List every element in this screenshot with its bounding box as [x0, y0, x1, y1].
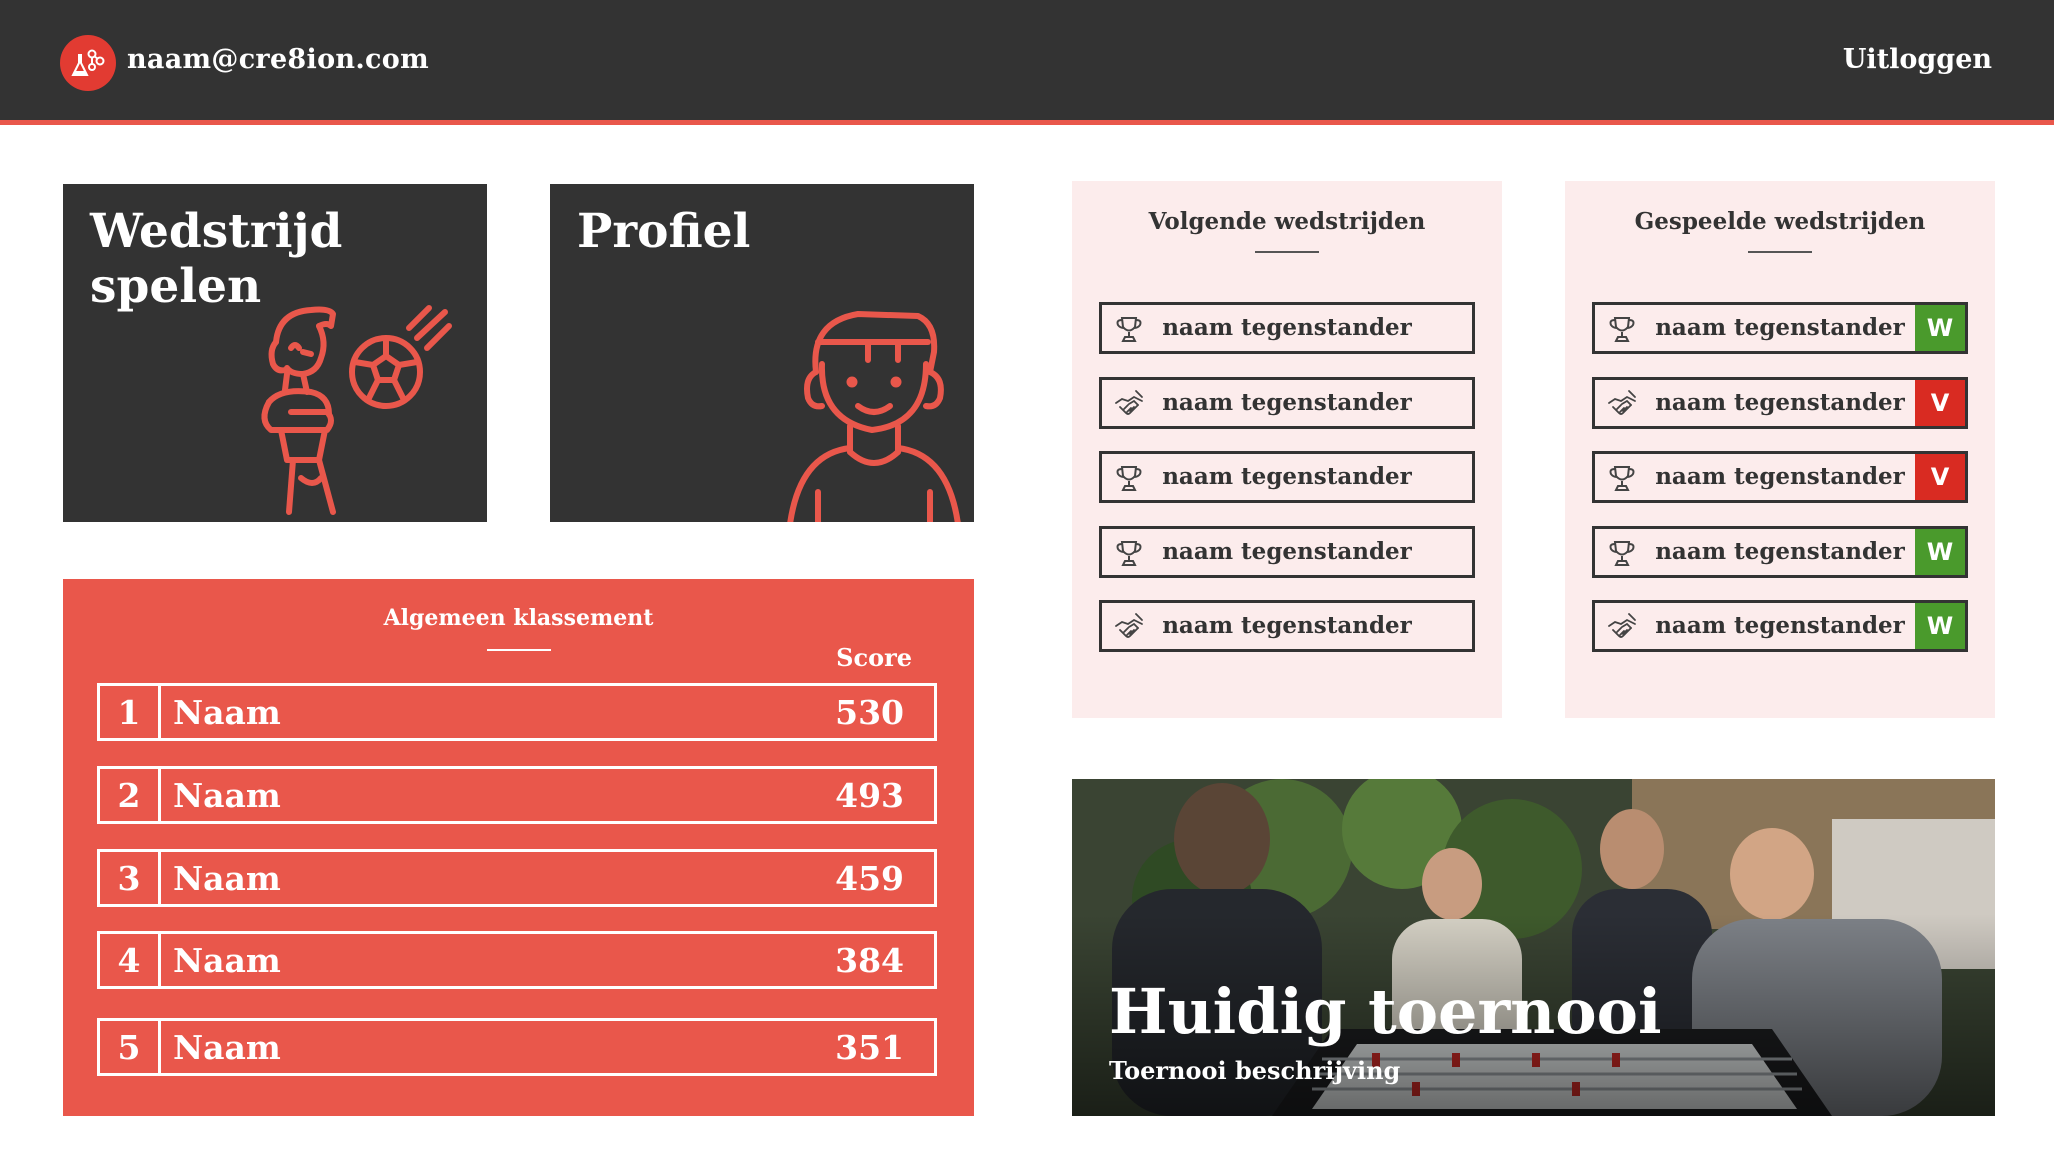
trophy-icon — [1116, 466, 1142, 491]
opponent-name: naam tegenstander — [1655, 612, 1905, 639]
upcoming-match[interactable]: naam tegenstander — [1099, 377, 1475, 429]
tournament-title: Huidig toernooi — [1109, 975, 1662, 1048]
opponent-name: naam tegenstander — [1162, 538, 1412, 565]
score-header: Score — [836, 643, 912, 672]
loss-badge: V — [1915, 380, 1965, 426]
upcoming-match[interactable]: naam tegenstander — [1099, 600, 1475, 652]
football-player-icon — [261, 305, 452, 515]
trophy-icon — [1609, 541, 1635, 566]
rank-number: 5 — [100, 1021, 161, 1073]
ranking-row[interactable]: 5 Naam 351 — [97, 1018, 937, 1076]
profile-tile[interactable]: Profiel — [550, 184, 974, 522]
player-score: 493 — [835, 775, 904, 815]
top-bar: naam@cre8ion.com Uitloggen — [0, 0, 2054, 125]
trophy-icon — [1116, 541, 1142, 566]
play-match-title: Wedstrijd spelen — [90, 204, 343, 314]
player-name: Naam — [173, 775, 281, 815]
panel-title-underline — [1748, 251, 1812, 253]
trophy-icon — [1116, 317, 1142, 342]
user-email: naam@cre8ion.com — [127, 44, 429, 75]
profile-title: Profiel — [577, 204, 751, 259]
played-matches-title: Gespeelde wedstrijden — [1634, 208, 1926, 235]
handshake-icon — [1608, 613, 1636, 638]
rank-number: 1 — [100, 686, 161, 738]
logout-link[interactable]: Uitloggen — [1843, 44, 1992, 75]
player-name: Naam — [173, 858, 281, 898]
opponent-name: naam tegenstander — [1655, 463, 1905, 490]
opponent-name: naam tegenstander — [1162, 612, 1412, 639]
played-match[interactable]: naam tegenstander V — [1592, 377, 1968, 429]
current-tournament-card[interactable]: Huidig toernooi Toernooi beschrijving — [1072, 779, 1995, 1116]
played-matches-panel: Gespeelde wedstrijden naam tegenstander … — [1565, 181, 1995, 718]
panel-title-underline — [1255, 251, 1319, 253]
upcoming-matches-panel: Volgende wedstrijden naam tegenstander n… — [1072, 181, 1502, 718]
player-name: Naam — [173, 1027, 281, 1067]
win-badge: W — [1915, 305, 1965, 351]
played-match[interactable]: naam tegenstander V — [1592, 451, 1968, 503]
rank-number: 4 — [100, 934, 161, 986]
win-badge: W — [1915, 529, 1965, 575]
opponent-name: naam tegenstander — [1655, 538, 1905, 565]
player-name: Naam — [173, 692, 281, 732]
player-score: 530 — [835, 692, 904, 732]
loss-badge: V — [1915, 454, 1965, 500]
ranking-row[interactable]: 4 Naam 384 — [97, 931, 937, 989]
player-score: 384 — [835, 940, 904, 980]
handshake-icon — [1115, 390, 1143, 415]
handshake-icon — [1608, 390, 1636, 415]
upcoming-match[interactable]: naam tegenstander — [1099, 526, 1475, 578]
opponent-name: naam tegenstander — [1162, 463, 1412, 490]
opponent-name: naam tegenstander — [1162, 389, 1412, 416]
ranking-title: Algemeen klassement — [383, 605, 654, 631]
ranking-row[interactable]: 3 Naam 459 — [97, 849, 937, 907]
player-name: Naam — [173, 940, 281, 980]
handshake-icon — [1115, 613, 1143, 638]
upcoming-match[interactable]: naam tegenstander — [1099, 302, 1475, 354]
played-match[interactable]: naam tegenstander W — [1592, 526, 1968, 578]
ranking-panel: Algemeen klassement Score 1 Naam 530 2 N… — [63, 579, 974, 1116]
logo[interactable] — [60, 35, 116, 91]
ranking-row[interactable]: 2 Naam 493 — [97, 766, 937, 824]
opponent-name: naam tegenstander — [1655, 389, 1905, 416]
ranking-title-underline — [487, 649, 551, 651]
play-match-tile[interactable]: Wedstrijd spelen — [63, 184, 487, 522]
played-match[interactable]: naam tegenstander W — [1592, 600, 1968, 652]
tournament-description: Toernooi beschrijving — [1109, 1056, 1401, 1085]
flask-molecule-icon — [71, 49, 105, 76]
trophy-icon — [1609, 466, 1635, 491]
player-score: 459 — [835, 858, 904, 898]
user-avatar-icon — [787, 311, 961, 522]
win-badge: W — [1915, 603, 1965, 649]
upcoming-match[interactable]: naam tegenstander — [1099, 451, 1475, 503]
opponent-name: naam tegenstander — [1655, 314, 1905, 341]
trophy-icon — [1609, 317, 1635, 342]
rank-number: 2 — [100, 769, 161, 821]
rank-number: 3 — [100, 852, 161, 904]
played-match[interactable]: naam tegenstander W — [1592, 302, 1968, 354]
player-score: 351 — [835, 1027, 904, 1067]
ranking-row[interactable]: 1 Naam 530 — [97, 683, 937, 741]
upcoming-matches-title: Volgende wedstrijden — [1148, 208, 1426, 235]
opponent-name: naam tegenstander — [1162, 314, 1412, 341]
